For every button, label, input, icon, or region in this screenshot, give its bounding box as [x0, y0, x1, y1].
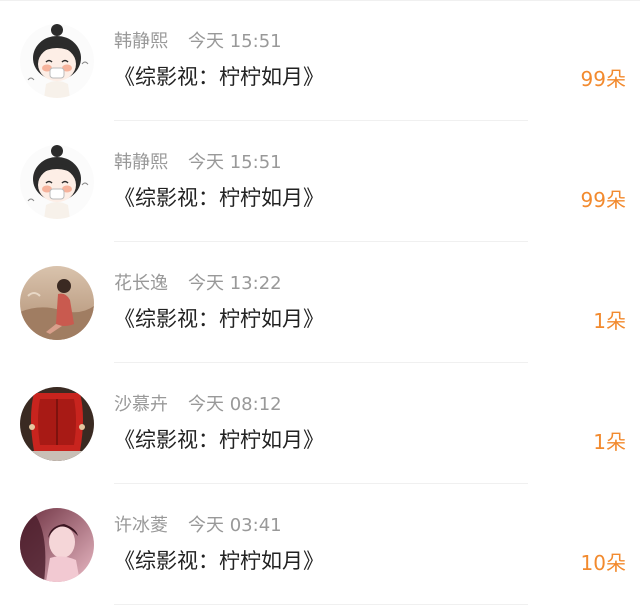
list-item[interactable]: 韩静熙 今天 15:51 《综影视：柠柠如月》 99朵 — [0, 0, 640, 121]
cartoon-girl-avatar-icon[interactable] — [20, 24, 94, 98]
gift-amount: 10朵 — [580, 551, 626, 575]
cartoon-girl-avatar-icon[interactable] — [20, 145, 94, 219]
photo-girl-sitting-avatar-icon[interactable] — [20, 266, 94, 340]
red-leather-seat-avatar-icon[interactable] — [20, 387, 94, 461]
gift-amount: 99朵 — [580, 67, 626, 91]
record-time: 今天 03:41 — [188, 515, 282, 536]
record-meta: 沙慕卉 今天 08:12 — [114, 391, 282, 419]
user-name[interactable]: 许冰菱 — [114, 515, 168, 536]
user-name[interactable]: 韩静熙 — [114, 31, 168, 52]
record-meta: 韩静熙 今天 15:51 — [114, 149, 282, 177]
record-time: 今天 08:12 — [188, 394, 282, 415]
list-item[interactable]: 韩静熙 今天 15:51 《综影视：柠柠如月》 99朵 — [0, 121, 640, 242]
record-time: 今天 15:51 — [188, 152, 282, 173]
user-name[interactable]: 花长逸 — [114, 273, 168, 294]
gift-amount: 1朵 — [593, 309, 626, 333]
record-time: 今天 15:51 — [188, 31, 282, 52]
record-time: 今天 13:22 — [188, 273, 282, 294]
book-title[interactable]: 《综影视：柠柠如月》 — [114, 181, 324, 215]
record-meta: 许冰菱 今天 03:41 — [114, 512, 282, 540]
list-item[interactable]: 许冰菱 今天 03:41 《综影视：柠柠如月》 10朵 — [0, 484, 640, 605]
gift-amount: 99朵 — [580, 188, 626, 212]
record-meta: 花长逸 今天 13:22 — [114, 270, 282, 298]
record-meta: 韩静熙 今天 15:51 — [114, 28, 282, 56]
list-item[interactable]: 沙慕卉 今天 08:12 《综影视：柠柠如月》 1朵 — [0, 363, 640, 484]
pink-portrait-avatar-icon[interactable] — [20, 508, 94, 582]
user-name[interactable]: 沙慕卉 — [114, 394, 168, 415]
book-title[interactable]: 《综影视：柠柠如月》 — [114, 544, 324, 578]
book-title[interactable]: 《综影视：柠柠如月》 — [114, 60, 324, 94]
gift-record-list: 韩静熙 今天 15:51 《综影视：柠柠如月》 99朵 韩静熙 今天 15:51… — [0, 0, 640, 605]
gift-amount: 1朵 — [593, 430, 626, 454]
user-name[interactable]: 韩静熙 — [114, 152, 168, 173]
book-title[interactable]: 《综影视：柠柠如月》 — [114, 302, 324, 336]
book-title[interactable]: 《综影视：柠柠如月》 — [114, 423, 324, 457]
list-item[interactable]: 花长逸 今天 13:22 《综影视：柠柠如月》 1朵 — [0, 242, 640, 363]
